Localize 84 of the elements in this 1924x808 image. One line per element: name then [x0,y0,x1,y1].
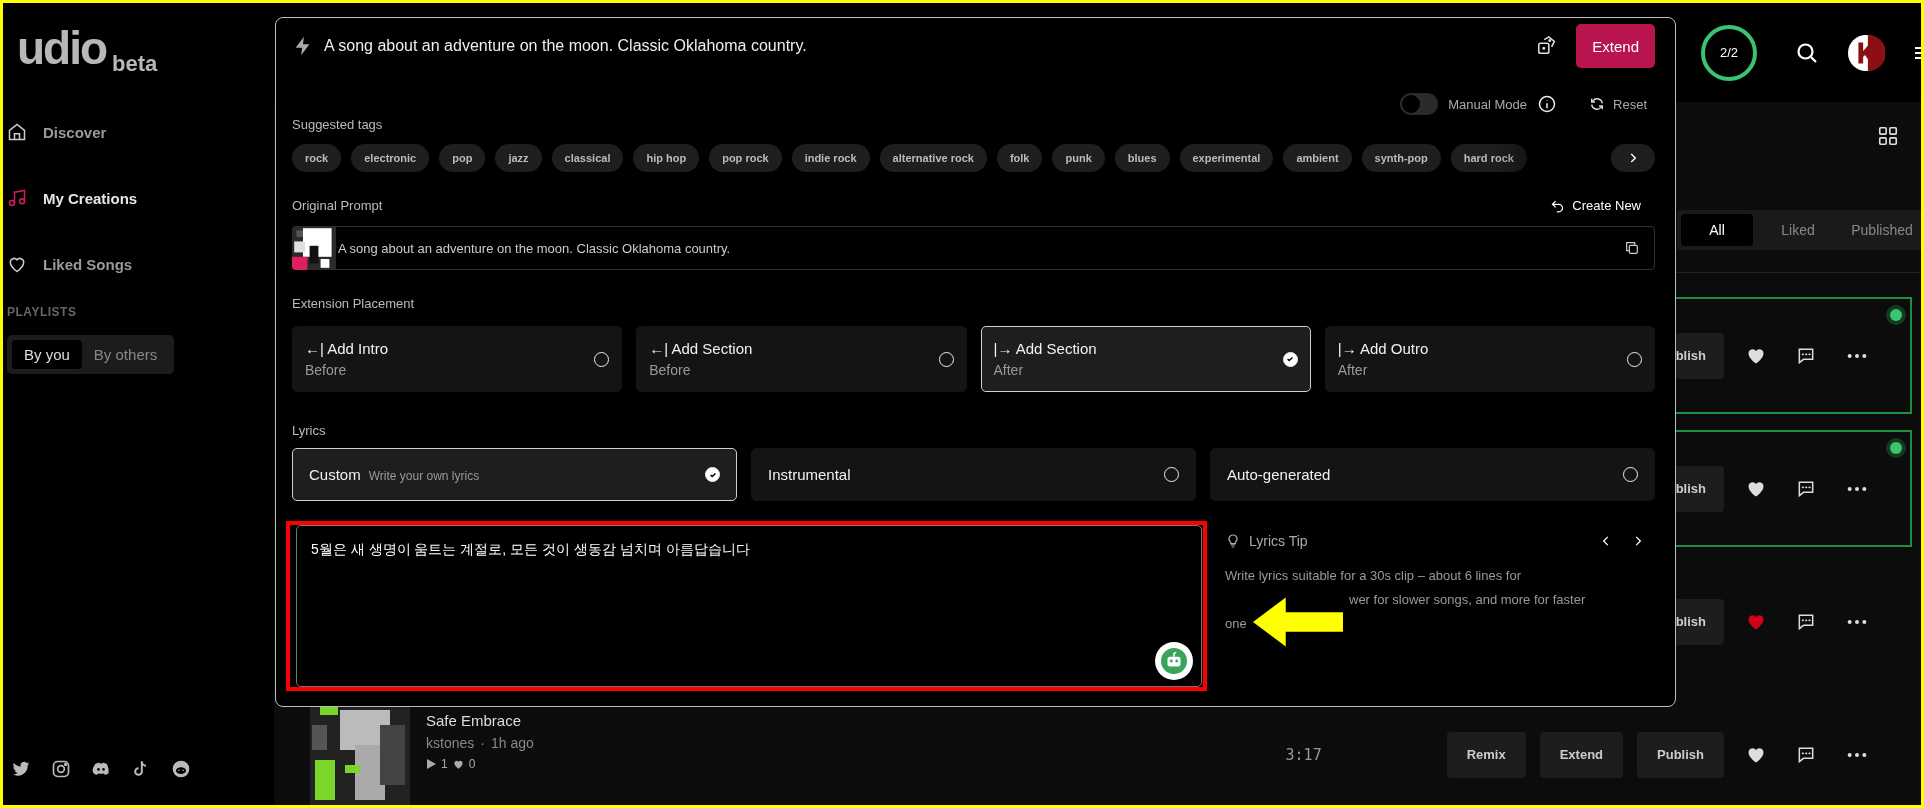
section-label: Lyrics [292,423,327,438]
beta-label: beta [112,53,158,75]
play-icon [426,759,436,769]
library-tab[interactable]: Liked [1753,214,1843,246]
extend-button[interactable]: Extend [1576,24,1655,68]
tip-text: one [1225,615,1248,633]
grid-view-icon[interactable] [1877,125,1899,147]
placement-option[interactable]: |→ Add Outro After [1324,326,1655,392]
tag-chip[interactable]: alternative rock [879,144,987,172]
placement-option[interactable]: ←| Add Section Before [636,326,967,392]
camera-icon[interactable] [51,759,71,779]
tip-text: wer for slower songs, and more for faster [1348,591,1587,609]
tag-chip[interactable]: pop rock [709,144,782,172]
section-label: Extension Placement [292,296,416,311]
check-icon [708,470,717,479]
refresh-icon [1589,96,1606,112]
music-note-icon [7,188,27,208]
play-count: 1 [441,757,448,771]
lightbulb-icon [1225,533,1241,549]
lyrics-text: 5월은 새 생명이 움트는 계절로, 모든 것이 생동감 넘치며 아름답습니다 [311,541,750,557]
create-new-button[interactable]: Create New [1550,198,1655,213]
artist-name[interactable]: kstones [426,735,475,751]
action-button[interactable]: Publish [1637,731,1724,778]
lyrics-field[interactable]: 5월은 새 생명이 움트는 계절로, 모든 것이 생동감 넘치며 아름답습니다 [296,525,1202,687]
like-count: 0 [468,757,476,771]
avatar[interactable] [1847,33,1885,72]
assistant-button[interactable] [1155,642,1193,680]
tag-chip[interactable]: hip hop [633,144,700,172]
tag-chip[interactable]: electronic [351,144,430,172]
filter-tab[interactable]: By others [81,340,170,369]
bird-icon[interactable] [11,759,31,779]
prompt-field[interactable]: A song about an adventure on the moon. Classic Oklahoma country. [336,226,1655,270]
tag-chip[interactable]: hard rock [1450,144,1527,172]
tag-chip[interactable]: blues [1114,144,1170,172]
status-dot [1890,442,1902,454]
song-duration: 3:17 [1285,745,1322,764]
tag-chip[interactable]: synth-pop [1361,144,1441,172]
status-dot [1890,309,1902,321]
lyrics-option[interactable]: Custom Write your own lyrics [292,448,737,501]
home-icon [7,122,27,142]
tip-text: Write lyrics suitable for a 30s clip – about 6 lines for [1225,567,1522,585]
section-label: Suggested tags [292,117,383,132]
toggle-label: Manual Mode [1448,96,1528,112]
placement-option[interactable]: |→ Add Section After [980,326,1311,392]
search-icon[interactable] [1795,40,1819,65]
reset-button[interactable]: Reset [1581,96,1655,112]
action-button[interactable]: Remix [1446,731,1526,778]
tag-chip[interactable]: jazz [495,144,542,172]
song-title[interactable]: Safe Embrace [426,712,534,729]
logo[interactable]: udio [17,25,107,71]
action-button[interactable]: Extend [1539,731,1624,778]
tag-chip[interactable]: classical [551,144,624,172]
robot-icon [1161,648,1187,674]
tag-chip[interactable]: punk [1052,144,1105,172]
section-label: Original Prompt [292,198,383,213]
separator: · [480,735,485,751]
tag-chip[interactable]: folk [996,144,1043,172]
lyrics-option[interactable]: Auto-generated [1210,448,1655,501]
placement-option[interactable]: ←| Add Intro Before [292,326,623,392]
library-tab[interactable]: Published [1843,214,1921,246]
tag-chip[interactable]: pop [439,144,486,172]
heart-icon [452,758,464,770]
prompt-text[interactable]: A song about an adventure on the moon. Classic Oklahoma country. [324,37,1527,55]
manual-mode-toggle[interactable] [1400,93,1439,115]
tag-chip[interactable]: ambient [1283,144,1352,172]
section-heading: PLAYLISTS [7,305,78,319]
filter-tab[interactable]: By you [12,340,82,369]
info-icon[interactable] [1537,94,1558,114]
alien-icon[interactable] [171,759,191,779]
copy-icon[interactable] [1624,240,1640,256]
nav-item[interactable]: Liked Songs [7,235,274,293]
library-tab[interactable]: All [1681,214,1753,246]
song-age: 1h ago [490,735,534,751]
prompt-text: A song about an adventure on the moon. Classic Oklahoma country. [338,240,731,256]
check-icon [1286,355,1295,363]
undo-icon [1550,198,1566,213]
credits-counter[interactable]: 2/2 [1701,24,1757,81]
tag-chip[interactable]: rock [292,144,342,172]
lyrics-option[interactable]: Instrumental [751,448,1196,501]
tag-chip[interactable]: indie rock [791,144,870,172]
tip-title: Lyrics Tip [1249,533,1308,549]
nav-item[interactable]: Discover [7,103,274,161]
tag-chip[interactable]: experimental [1179,144,1274,172]
nav-item[interactable]: My Creations [7,169,274,227]
